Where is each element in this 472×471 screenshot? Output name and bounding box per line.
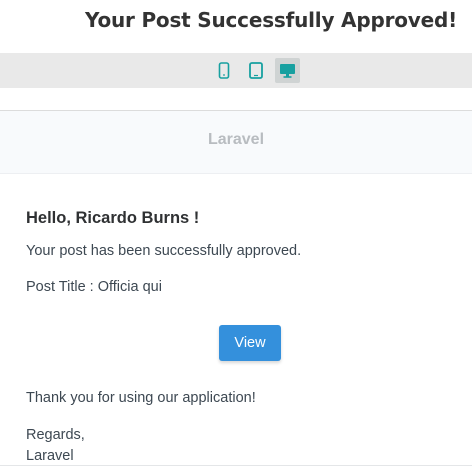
title-bar: Your Post Successfully Approved!	[0, 0, 472, 53]
brand-link[interactable]: Laravel	[0, 131, 472, 149]
page-title: Your Post Successfully Approved!	[85, 8, 458, 32]
device-toolbar	[0, 53, 472, 88]
desktop-preview-button[interactable]	[275, 58, 300, 83]
view-button[interactable]: View	[219, 325, 281, 361]
tablet-preview-button[interactable]	[243, 58, 268, 83]
desktop-icon	[279, 63, 296, 79]
mobile-preview-button[interactable]	[211, 58, 236, 83]
regards-line: Regards,	[26, 427, 85, 443]
post-title-line: Post Title : Officia qui	[26, 279, 162, 295]
signature-line: Laravel	[26, 448, 74, 464]
mobile-icon	[218, 62, 230, 79]
email-body: Hello, Ricardo Burns ! Your post has bee…	[0, 174, 472, 465]
thanks-line: Thank you for using our application!	[26, 390, 256, 406]
tablet-icon	[248, 62, 263, 79]
bottom-divider	[0, 465, 472, 466]
greeting-heading: Hello, Ricardo Burns !	[26, 209, 200, 227]
approval-message: Your post has been successfully approved…	[26, 243, 302, 259]
toolbar-spacer	[0, 88, 472, 110]
email-header: Laravel	[0, 110, 472, 174]
